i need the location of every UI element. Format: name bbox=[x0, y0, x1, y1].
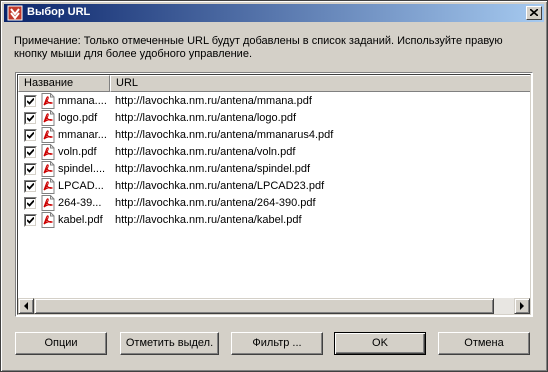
row-checkbox[interactable] bbox=[24, 197, 37, 210]
checkmark-icon bbox=[27, 98, 34, 105]
row-checkbox[interactable] bbox=[24, 95, 37, 108]
list-item[interactable]: mmana.... http://lavochka.nm.ru/antena/mm… bbox=[18, 93, 530, 110]
arrow-left-icon bbox=[24, 302, 28, 310]
list-item[interactable]: voln.pdf http://lavochka.nm.ru/antena/vol… bbox=[18, 144, 530, 161]
url-list[interactable]: Название URL mmana.... http://lavochka.nm… bbox=[15, 72, 533, 317]
row-checkbox[interactable] bbox=[24, 163, 37, 176]
checkmark-icon bbox=[27, 166, 34, 173]
row-checkbox[interactable] bbox=[24, 180, 37, 193]
file-url: http://lavochka.nm.ru/antena/kabel.pdf bbox=[115, 214, 302, 226]
scroll-thumb[interactable] bbox=[34, 298, 494, 314]
pdf-file-icon bbox=[41, 178, 55, 194]
pdf-file-icon bbox=[41, 144, 55, 160]
list-item[interactable]: logo.pdf http://lavochka.nm.ru/antena/log… bbox=[18, 110, 530, 127]
file-url: http://lavochka.nm.ru/antena/mmanarus4.p… bbox=[115, 129, 334, 141]
file-url: http://lavochka.nm.ru/antena/spindel.pdf bbox=[115, 163, 311, 175]
row-checkbox[interactable] bbox=[24, 129, 37, 142]
file-name: voln.pdf bbox=[58, 146, 97, 158]
url-select-dialog: Выбор URL Примечание: Только отмеченные … bbox=[0, 0, 548, 372]
list-header: Название URL bbox=[18, 75, 530, 92]
file-url: http://lavochka.nm.ru/antena/logo.pdf bbox=[115, 112, 297, 124]
file-name: logo.pdf bbox=[58, 112, 98, 124]
checkmark-icon bbox=[27, 200, 34, 207]
scroll-left-button[interactable] bbox=[18, 298, 34, 314]
checkmark-icon bbox=[27, 132, 34, 139]
file-url: http://lavochka.nm.ru/antena/mmana.pdf bbox=[115, 95, 312, 107]
close-icon bbox=[530, 9, 538, 16]
pdf-file-icon bbox=[41, 161, 55, 177]
horizontal-scrollbar[interactable] bbox=[18, 298, 530, 314]
row-checkbox[interactable] bbox=[24, 214, 37, 227]
window-title: Выбор URL bbox=[27, 6, 91, 18]
column-header-name[interactable]: Название bbox=[18, 75, 110, 92]
pdf-file-icon bbox=[41, 93, 55, 109]
pdf-file-icon bbox=[41, 212, 55, 228]
list-item[interactable]: LPCAD... http://lavochka.nm.ru/antena/LPC… bbox=[18, 178, 530, 195]
cancel-button[interactable]: Отмена bbox=[438, 332, 530, 355]
pdf-file-icon bbox=[41, 127, 55, 143]
file-name: mmana.... bbox=[58, 95, 107, 107]
checkmark-icon bbox=[27, 115, 34, 122]
row-checkbox[interactable] bbox=[24, 112, 37, 125]
file-name: LPCAD... bbox=[58, 180, 104, 192]
title-bar[interactable]: Выбор URL bbox=[4, 4, 544, 22]
options-button[interactable]: Опции bbox=[15, 332, 107, 355]
file-name: kabel.pdf bbox=[58, 214, 103, 226]
row-checkbox[interactable] bbox=[24, 146, 37, 159]
list-item[interactable]: spindel.... http://lavochka.nm.ru/antena/… bbox=[18, 161, 530, 178]
scroll-right-button[interactable] bbox=[514, 298, 530, 314]
checkmark-icon bbox=[27, 149, 34, 156]
list-item[interactable]: 264-39... http://lavochka.nm.ru/antena/26… bbox=[18, 195, 530, 212]
app-icon bbox=[7, 5, 23, 21]
filter-button[interactable]: Фильтр ... bbox=[231, 332, 323, 355]
list-item[interactable]: mmanar... http://lavochka.nm.ru/antena/mm… bbox=[18, 127, 530, 144]
pdf-file-icon bbox=[41, 110, 55, 126]
mark-selected-button[interactable]: Отметить выдел. bbox=[120, 332, 219, 355]
arrow-right-icon bbox=[520, 302, 524, 310]
pdf-file-icon bbox=[41, 195, 55, 211]
file-name: mmanar... bbox=[58, 129, 107, 141]
note-text: Примечание: Только отмеченные URL будут … bbox=[14, 35, 503, 60]
list-rows: mmana.... http://lavochka.nm.ru/antena/mm… bbox=[18, 93, 530, 229]
checkmark-icon bbox=[27, 183, 34, 190]
file-url: http://lavochka.nm.ru/antena/voln.pdf bbox=[115, 146, 296, 158]
ok-button[interactable]: OK bbox=[334, 332, 426, 355]
column-header-url[interactable]: URL bbox=[110, 75, 530, 92]
close-button[interactable] bbox=[526, 6, 542, 20]
file-url: http://lavochka.nm.ru/antena/264-390.pdf bbox=[115, 197, 316, 209]
file-name: spindel.... bbox=[58, 163, 106, 175]
file-name: 264-39... bbox=[58, 197, 102, 209]
file-url: http://lavochka.nm.ru/antena/LPCAD23.pdf bbox=[115, 180, 325, 192]
checkmark-icon bbox=[27, 217, 34, 224]
list-item[interactable]: kabel.pdf http://lavochka.nm.ru/antena/ka… bbox=[18, 212, 530, 229]
